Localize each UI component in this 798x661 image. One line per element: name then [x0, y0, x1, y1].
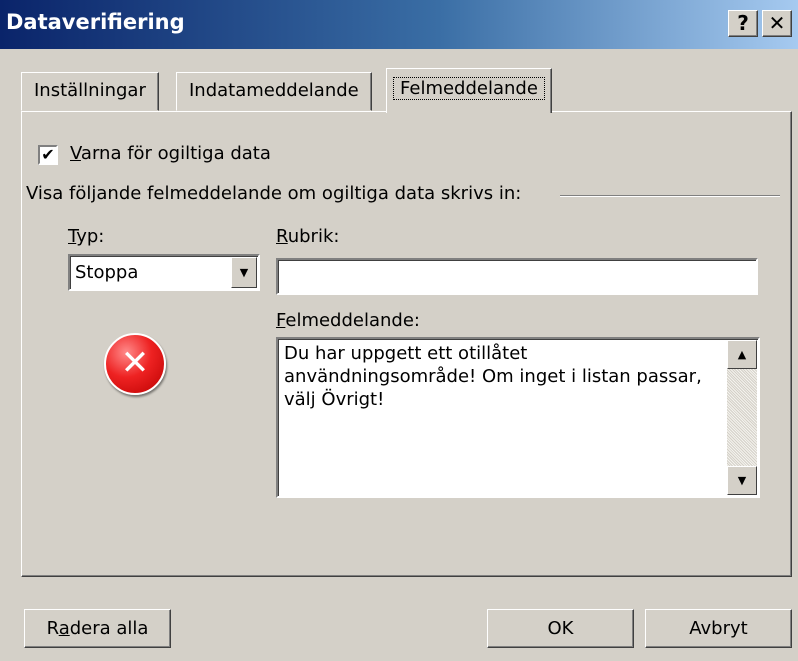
error-message-textarea[interactable]: Du har uppgett ett otillåtet användnings… — [276, 337, 760, 498]
type-select[interactable]: Stoppa ▼ — [68, 254, 260, 291]
tab-label: Felmeddelande — [393, 77, 545, 100]
tab-installningar[interactable]: Inställningar — [21, 72, 159, 111]
cancel-button[interactable]: Avbryt — [645, 609, 792, 648]
tab-label: Indatameddelande — [189, 80, 359, 101]
title-label: Rubrik: — [276, 226, 340, 247]
window-title: Dataverifiering — [6, 10, 185, 34]
tab-felmeddelande[interactable]: Felmeddelande — [386, 68, 552, 113]
title-input[interactable] — [276, 258, 758, 295]
error-message-label: Felmeddelande: — [276, 310, 420, 331]
error-message-text: Du har uppgett ett otillåtet användnings… — [284, 343, 702, 410]
clear-all-button[interactable]: Radera alla — [24, 609, 171, 648]
vertical-scrollbar[interactable]: ▲ ▼ — [727, 340, 757, 495]
close-button[interactable]: ✕ — [762, 10, 792, 37]
tab-indatameddelande[interactable]: Indatameddelande — [176, 72, 372, 111]
type-label: Typ: — [68, 226, 105, 247]
warn-invalid-data-label[interactable]: Varna för ogiltiga data — [70, 143, 271, 164]
title-bar: Dataverifiering ? ✕ — [0, 0, 798, 49]
group-label: Visa följande felmeddelande om ogiltiga … — [26, 183, 522, 204]
type-select-value: Stoppa — [75, 262, 139, 283]
chevron-down-icon[interactable]: ▼ — [231, 257, 257, 288]
scroll-down-icon[interactable]: ▼ — [727, 466, 757, 495]
group-divider — [560, 195, 780, 197]
tab-label: Inställningar — [34, 80, 146, 101]
ok-button[interactable]: OK — [487, 609, 634, 648]
scroll-up-icon[interactable]: ▲ — [727, 340, 757, 369]
help-button[interactable]: ? — [728, 10, 758, 37]
checkmark-icon: ✔ — [41, 145, 55, 164]
error-stop-icon: ✕ — [104, 333, 166, 395]
warn-invalid-data-checkbox[interactable]: ✔ — [38, 145, 58, 165]
